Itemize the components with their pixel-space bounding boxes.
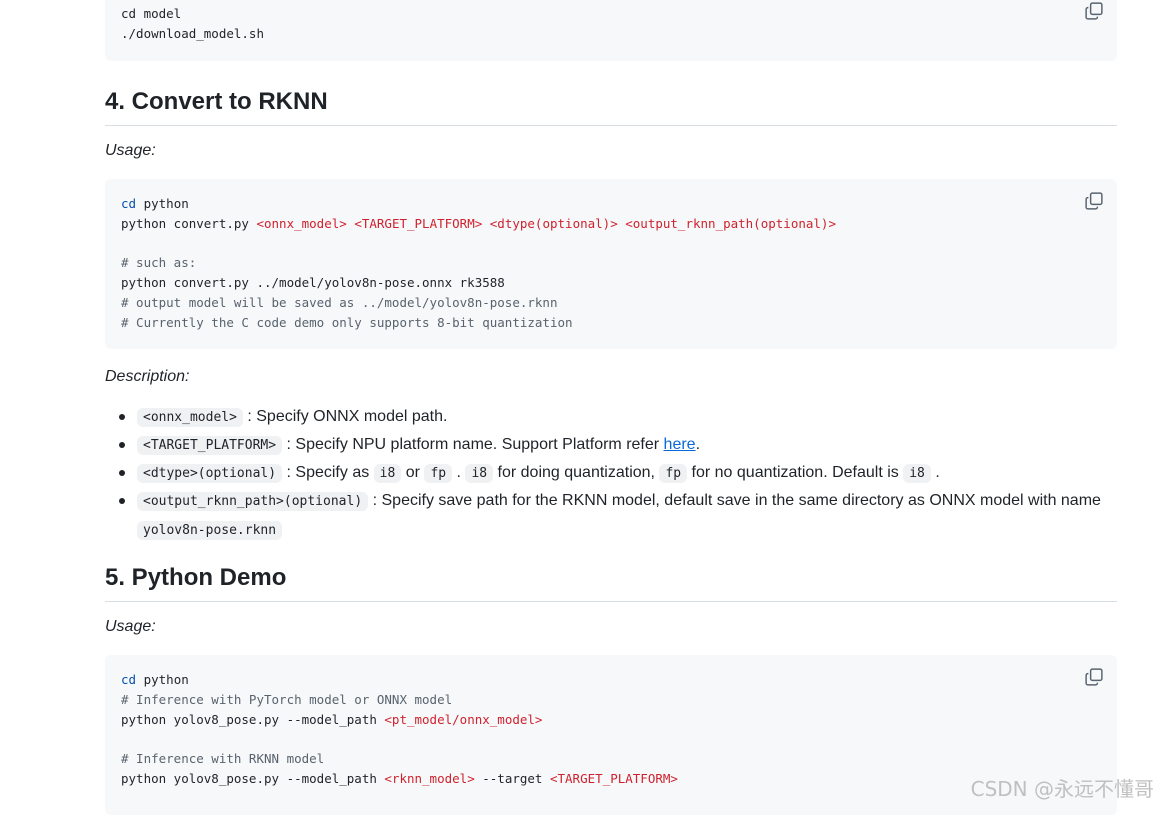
code-arg: <dtype(optional)> [489, 215, 618, 231]
code-keyword: cd [121, 672, 137, 687]
inline-code: yolov8n-pose.rknn [137, 521, 283, 540]
code-arg: <TARGET_PLATFORM> [354, 215, 483, 231]
inline-code: fp [659, 464, 688, 483]
code-text: python [136, 672, 189, 687]
list-item: <TARGET_PLATFORM> : Specify NPU platform… [105, 431, 1117, 460]
list-item-text: . [452, 464, 466, 481]
copy-icon[interactable] [1085, 2, 1103, 20]
list-item: <dtype>(optional) : Specify as i8 or fp … [105, 459, 1117, 488]
copy-icon[interactable] [1085, 668, 1103, 686]
code-line: cd python [121, 670, 1101, 690]
code-block-python-demo: cd python # Inference with PyTorch model… [105, 655, 1117, 815]
usage-label: Usage: [105, 142, 156, 159]
list-item-text: : Specify NPU platform name. Support Pla… [282, 436, 664, 453]
list-item-text: : Specify save path for the RKNN model, … [368, 492, 1101, 509]
list-item-text: . [930, 464, 940, 481]
code-text: python yolov8_pose.py --model_path [121, 770, 385, 786]
code-comment: # Inference with RKNN model [121, 751, 325, 767]
code-text: python convert.py [121, 215, 257, 231]
code-arg: <TARGET_PLATFORM> [549, 770, 678, 786]
inline-code: <onnx_model> [137, 408, 243, 427]
inline-code: <dtype>(optional) [137, 464, 283, 483]
list-item-text: . [695, 436, 701, 453]
inline-code: fp [424, 464, 453, 483]
list-item-text: for doing quantization, [493, 464, 660, 481]
code-text: python [136, 196, 189, 211]
code-line: cd model [121, 6, 182, 21]
inline-code: <TARGET_PLATFORM> [137, 436, 283, 455]
description-label: Description: [105, 368, 190, 385]
code-comment: # Currently the C code demo only support… [121, 314, 573, 330]
code-line: python yolov8_pose.py --model_path <pt_m… [121, 710, 1101, 730]
list-item: <output_rknn_path>(optional) : Specify s… [105, 487, 1117, 545]
code-arg: <output_rknn_path(optional)> [625, 215, 836, 231]
code-line: python yolov8_pose.py --model_path <rknn… [121, 769, 1101, 789]
code-comment: # Inference with PyTorch model or ONNX m… [121, 691, 453, 707]
list-item-text: for no quantization. Default is [687, 464, 904, 481]
usage-label: Usage: [105, 618, 156, 635]
code-comment: # such as: [121, 255, 197, 271]
list-item-text: : Specify ONNX model path. [242, 408, 448, 425]
code-block-convert: cd python python convert.py <onnx_model>… [105, 179, 1117, 349]
code-text: python yolov8_pose.py --model_path [121, 711, 385, 727]
code-arg: <onnx_model> [256, 215, 347, 231]
section-heading-convert: 4. Convert to RKNN [105, 87, 1117, 126]
inline-code: i8 [903, 464, 931, 483]
section-heading-python-demo: 5. Python Demo [105, 563, 1117, 602]
code-comment: # output model will be saved as ../model… [121, 294, 558, 310]
support-platform-link[interactable]: here [664, 436, 696, 453]
code-arg: <rknn_model> [384, 770, 475, 786]
list-item-text: or [401, 464, 425, 481]
inline-code: i8 [465, 464, 494, 483]
code-line: python convert.py <onnx_model> <TARGET_P… [121, 214, 1101, 234]
code-line: python convert.py ../model/yolov8n-pose.… [121, 275, 505, 291]
code-arg: <pt_model/onnx_model> [384, 711, 543, 727]
list-item: <onnx_model> : Specify ONNX model path. [105, 403, 1117, 432]
list-item-text: : Specify as [282, 464, 374, 481]
inline-code: <output_rknn_path>(optional) [137, 492, 369, 511]
code-line: ./download_model.sh [121, 25, 264, 41]
code-line: cd python [121, 194, 1101, 214]
code-block-download: cd model ./download_model.sh [105, 0, 1117, 61]
inline-code: i8 [373, 464, 402, 483]
code-text: --target [474, 770, 550, 786]
csdn-watermark: CSDN @永远不懂哥 [970, 777, 1154, 801]
copy-icon[interactable] [1085, 192, 1103, 210]
code-keyword: cd [121, 196, 137, 211]
